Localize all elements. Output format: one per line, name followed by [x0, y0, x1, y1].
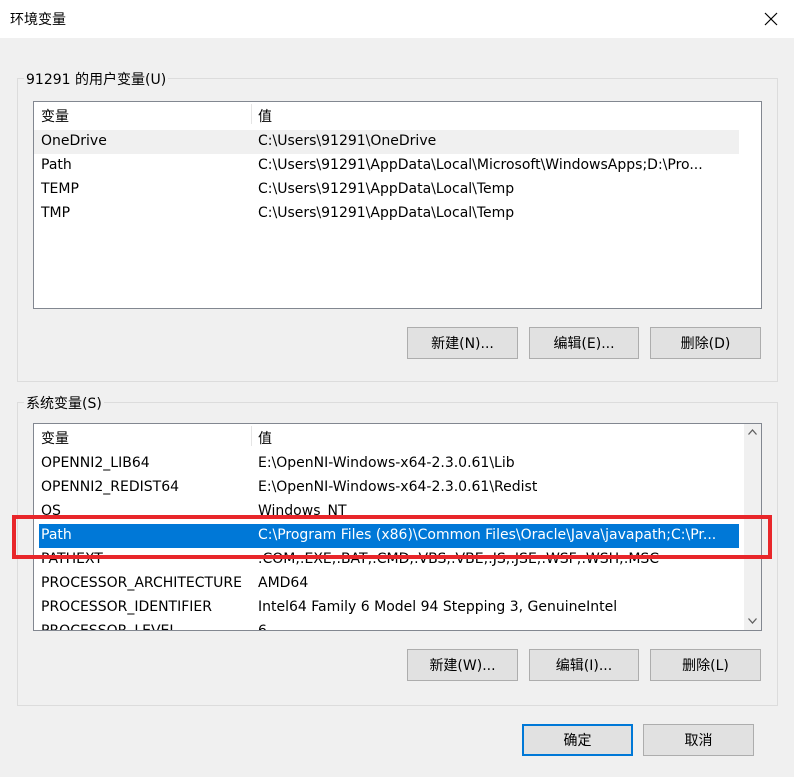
- var-name: OS: [41, 503, 61, 519]
- var-value: E:\OpenNI-Windows-x64-2.3.0.61\Lib: [258, 455, 515, 471]
- user-edit-button[interactable]: 编辑(E)...: [529, 327, 639, 359]
- system-new-button[interactable]: 新建(W)...: [407, 649, 518, 681]
- window-title: 环境变量: [10, 12, 66, 28]
- system-var-row[interactable]: OPENNI2_LIB64 E:\OpenNI-Windows-x64-2.3.…: [34, 452, 739, 476]
- var-value: C:\Users\91291\AppData\Local\Temp: [258, 181, 515, 197]
- var-name: Path: [41, 157, 72, 173]
- var-name: Path: [41, 527, 72, 543]
- scroll-down-arrow-icon: [748, 616, 757, 627]
- var-name: PATHEXT: [41, 551, 103, 567]
- var-value: C:\Users\91291\OneDrive: [258, 133, 437, 149]
- title-bar: 环境变量: [0, 0, 794, 38]
- cancel-button[interactable]: 取消: [643, 724, 754, 756]
- system-var-row[interactable]: OPENNI2_REDIST64 E:\OpenNI-Windows-x64-2…: [34, 476, 739, 500]
- var-value: C:\Users\91291\AppData\Local\Temp: [258, 205, 515, 221]
- user-var-row[interactable]: Path C:\Users\91291\AppData\Local\Micros…: [34, 154, 761, 178]
- scroll-down-button[interactable]: [744, 613, 761, 630]
- system-col-value-header[interactable]: 值: [258, 428, 272, 448]
- var-value: 6: [258, 623, 267, 631]
- var-name: OneDrive: [41, 133, 107, 149]
- system-delete-button[interactable]: 删除(L): [650, 649, 761, 681]
- system-variables-list[interactable]: 变量 值 OPENNI2_LIB64 E:\OpenNI-Windows-x64…: [33, 423, 762, 631]
- var-value: C:\Users\91291\AppData\Local\Microsoft\W…: [258, 157, 703, 173]
- user-delete-button[interactable]: 删除(D): [650, 327, 761, 359]
- system-var-row[interactable]: PROCESSOR_ARCHITECTURE AMD64: [34, 572, 739, 596]
- system-var-row[interactable]: PATHEXT .COM;.EXE;.BAT;.CMD;.VBS;.VBE;.J…: [34, 548, 739, 572]
- var-value: E:\OpenNI-Windows-x64-2.3.0.61\Redist: [258, 479, 538, 495]
- var-value: .COM;.EXE;.BAT;.CMD;.VBS;.VBE;.JS;.JSE;.…: [258, 551, 660, 567]
- system-var-row-selected[interactable]: Path C:\Program Files (x86)\Common Files…: [39, 524, 739, 548]
- system-list-scrollbar[interactable]: [744, 424, 761, 630]
- var-name: PROCESSOR_LEVEL: [41, 623, 178, 631]
- var-name: TEMP: [41, 181, 79, 197]
- var-value: AMD64: [258, 575, 309, 591]
- close-icon: [764, 12, 778, 26]
- system-col-separator[interactable]: [251, 426, 252, 446]
- var-name: OPENNI2_LIB64: [41, 455, 150, 471]
- user-variables-label: 91291 的用户变量(U): [24, 69, 169, 89]
- system-list-header: 变量 值: [34, 424, 761, 448]
- user-col-separator[interactable]: [251, 104, 252, 124]
- var-name: OPENNI2_REDIST64: [41, 479, 180, 495]
- user-list-header: 变量 值: [34, 102, 761, 126]
- user-var-row[interactable]: TEMP C:\Users\91291\AppData\Local\Temp: [34, 178, 761, 202]
- close-button[interactable]: [748, 0, 794, 38]
- system-var-row[interactable]: PROCESSOR_IDENTIFIER Intel64 Family 6 Mo…: [34, 596, 739, 620]
- var-value: Intel64 Family 6 Model 94 Stepping 3, Ge…: [258, 599, 618, 615]
- var-value: Windows_NT: [258, 503, 347, 519]
- user-col-variable-header[interactable]: 变量: [41, 106, 69, 126]
- user-new-button[interactable]: 新建(N)...: [407, 327, 518, 359]
- var-name: PROCESSOR_IDENTIFIER: [41, 599, 212, 615]
- system-var-row[interactable]: OS Windows_NT: [34, 500, 739, 524]
- user-var-row[interactable]: TMP C:\Users\91291\AppData\Local\Temp: [34, 202, 761, 226]
- var-name: TMP: [41, 205, 71, 221]
- system-variables-label: 系统变量(S): [24, 393, 104, 413]
- user-variables-list[interactable]: 变量 值 OneDrive C:\Users\91291\OneDrive Pa…: [33, 101, 762, 309]
- system-col-variable-header[interactable]: 变量: [41, 428, 69, 448]
- var-value: C:\Program Files (x86)\Common Files\Orac…: [258, 527, 717, 543]
- system-var-row[interactable]: PROCESSOR_LEVEL 6: [34, 620, 739, 631]
- user-col-value-header[interactable]: 值: [258, 106, 272, 126]
- scroll-up-button[interactable]: [744, 424, 761, 441]
- system-edit-button[interactable]: 编辑(I)...: [529, 649, 639, 681]
- var-name: PROCESSOR_ARCHITECTURE: [41, 575, 242, 591]
- user-var-row[interactable]: OneDrive C:\Users\91291\OneDrive: [34, 130, 739, 154]
- ok-button[interactable]: 确定: [522, 724, 633, 756]
- scroll-up-arrow-icon: [748, 427, 757, 438]
